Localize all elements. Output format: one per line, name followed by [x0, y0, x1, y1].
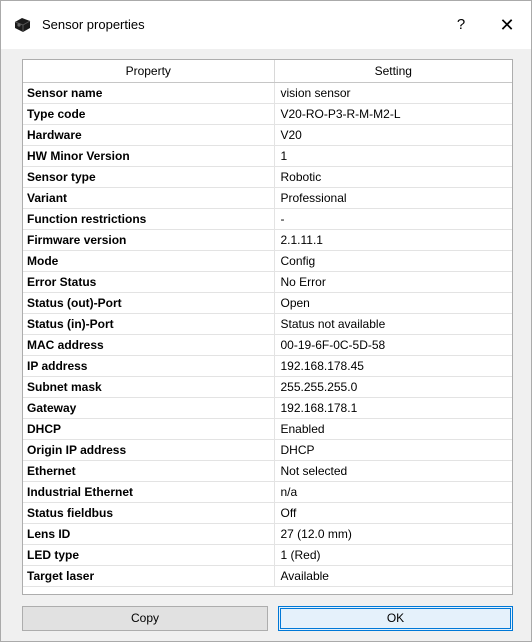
table-row[interactable]: IP address 192.168.178.45 [23, 355, 512, 377]
sensor-properties-dialog: Sensor properties ? ✕ Property Setting S… [0, 0, 532, 642]
setting-cell: 00-19-6F-0C-5D-58 [274, 334, 512, 356]
sensor-icon [14, 18, 31, 32]
property-cell: Function restrictions [23, 208, 275, 230]
property-cell: Mode [23, 250, 275, 272]
table-row[interactable]: Origin IP address DHCP [23, 439, 512, 461]
property-cell: IP address [23, 355, 275, 377]
setting-cell: 1 [274, 145, 512, 167]
table-row[interactable]: Sensor name vision sensor [23, 82, 512, 104]
setting-cell: V20 [274, 124, 512, 146]
table-row[interactable]: Target laser Available [23, 565, 512, 587]
property-cell: Sensor name [23, 82, 275, 104]
table-row[interactable]: HW Minor Version 1 [23, 145, 512, 167]
setting-cell: Status not available [274, 313, 512, 335]
setting-cell: 27 (12.0 mm) [274, 523, 512, 545]
table-row[interactable]: Function restrictions - [23, 208, 512, 230]
table-row[interactable]: Lens ID 27 (12.0 mm) [23, 523, 512, 545]
property-cell: Target laser [23, 565, 275, 587]
property-cell: Status fieldbus [23, 502, 275, 524]
table-row[interactable]: Status fieldbus Off [23, 502, 512, 524]
column-header-setting[interactable]: Setting [274, 60, 512, 83]
property-cell: HW Minor Version [23, 145, 275, 167]
close-button[interactable]: ✕ [493, 13, 521, 37]
setting-cell: 192.168.178.1 [274, 397, 512, 419]
setting-cell: Config [274, 250, 512, 272]
property-cell: Gateway [23, 397, 275, 419]
ok-button[interactable]: OK [278, 606, 513, 631]
setting-cell: V20-RO-P3-R-M-M2-L [274, 103, 512, 125]
property-cell: Variant [23, 187, 275, 209]
table-row[interactable]: Hardware V20 [23, 124, 512, 146]
table-row[interactable]: LED type 1 (Red) [23, 544, 512, 566]
property-cell: Subnet mask [23, 376, 275, 398]
property-cell: Error Status [23, 271, 275, 293]
properties-table: Property Setting Sensor name vision senso… [23, 60, 512, 587]
properties-table-frame[interactable]: Property Setting Sensor name vision senso… [22, 59, 513, 595]
setting-cell: Not selected [274, 460, 512, 482]
setting-cell: Professional [274, 187, 512, 209]
setting-cell: Robotic [274, 166, 512, 188]
ok-button-focus-ring [280, 608, 511, 629]
property-cell: Status (out)-Port [23, 292, 275, 314]
help-button[interactable]: ? [447, 13, 475, 37]
table-row[interactable]: Type code V20-RO-P3-R-M-M2-L [23, 103, 512, 125]
table-row[interactable]: Industrial Ethernet n/a [23, 481, 512, 503]
setting-cell: - [274, 208, 512, 230]
table-row[interactable]: Variant Professional [23, 187, 512, 209]
table-row[interactable]: Gateway 192.168.178.1 [23, 397, 512, 419]
setting-cell: 2.1.11.1 [274, 229, 512, 251]
property-cell: Sensor type [23, 166, 275, 188]
window-title: Sensor properties [42, 17, 145, 32]
setting-cell: n/a [274, 481, 512, 503]
property-cell: LED type [23, 544, 275, 566]
property-cell: Lens ID [23, 523, 275, 545]
property-cell: Firmware version [23, 229, 275, 251]
property-cell: DHCP [23, 418, 275, 440]
setting-cell: Off [274, 502, 512, 524]
setting-cell: 1 (Red) [274, 544, 512, 566]
setting-cell: 192.168.178.45 [274, 355, 512, 377]
setting-cell: Enabled [274, 418, 512, 440]
table-row[interactable]: Firmware version 2.1.11.1 [23, 229, 512, 251]
table-row[interactable]: MAC address 00-19-6F-0C-5D-58 [23, 334, 512, 356]
table-row[interactable]: Ethernet Not selected [23, 460, 512, 482]
setting-cell: Open [274, 292, 512, 314]
property-cell: Industrial Ethernet [23, 481, 275, 503]
property-cell: Status (in)-Port [23, 313, 275, 335]
property-cell: Ethernet [23, 460, 275, 482]
title-bar: Sensor properties ? ✕ [1, 1, 531, 49]
table-row[interactable]: Sensor type Robotic [23, 166, 512, 188]
copy-button[interactable]: Copy [22, 606, 268, 631]
property-cell: Type code [23, 103, 275, 125]
property-cell: Origin IP address [23, 439, 275, 461]
table-row[interactable]: Error Status No Error [23, 271, 512, 293]
table-row[interactable]: DHCP Enabled [23, 418, 512, 440]
table-row[interactable]: Status (out)-Port Open [23, 292, 512, 314]
table-row[interactable]: Subnet mask 255.255.255.0 [23, 376, 512, 398]
setting-cell: vision sensor [274, 82, 512, 104]
table-row[interactable]: Status (in)-Port Status not available [23, 313, 512, 335]
table-body: Sensor name vision sensor Type code V20-RO-… [23, 82, 512, 587]
setting-cell: Available [274, 565, 512, 587]
table-row[interactable]: Mode Config [23, 250, 512, 272]
setting-cell: 255.255.255.0 [274, 376, 512, 398]
property-cell: MAC address [23, 334, 275, 356]
column-header-property[interactable]: Property [23, 60, 275, 83]
table-header-row: Property Setting [23, 60, 512, 83]
setting-cell: No Error [274, 271, 512, 293]
property-cell: Hardware [23, 124, 275, 146]
setting-cell: DHCP [274, 439, 512, 461]
